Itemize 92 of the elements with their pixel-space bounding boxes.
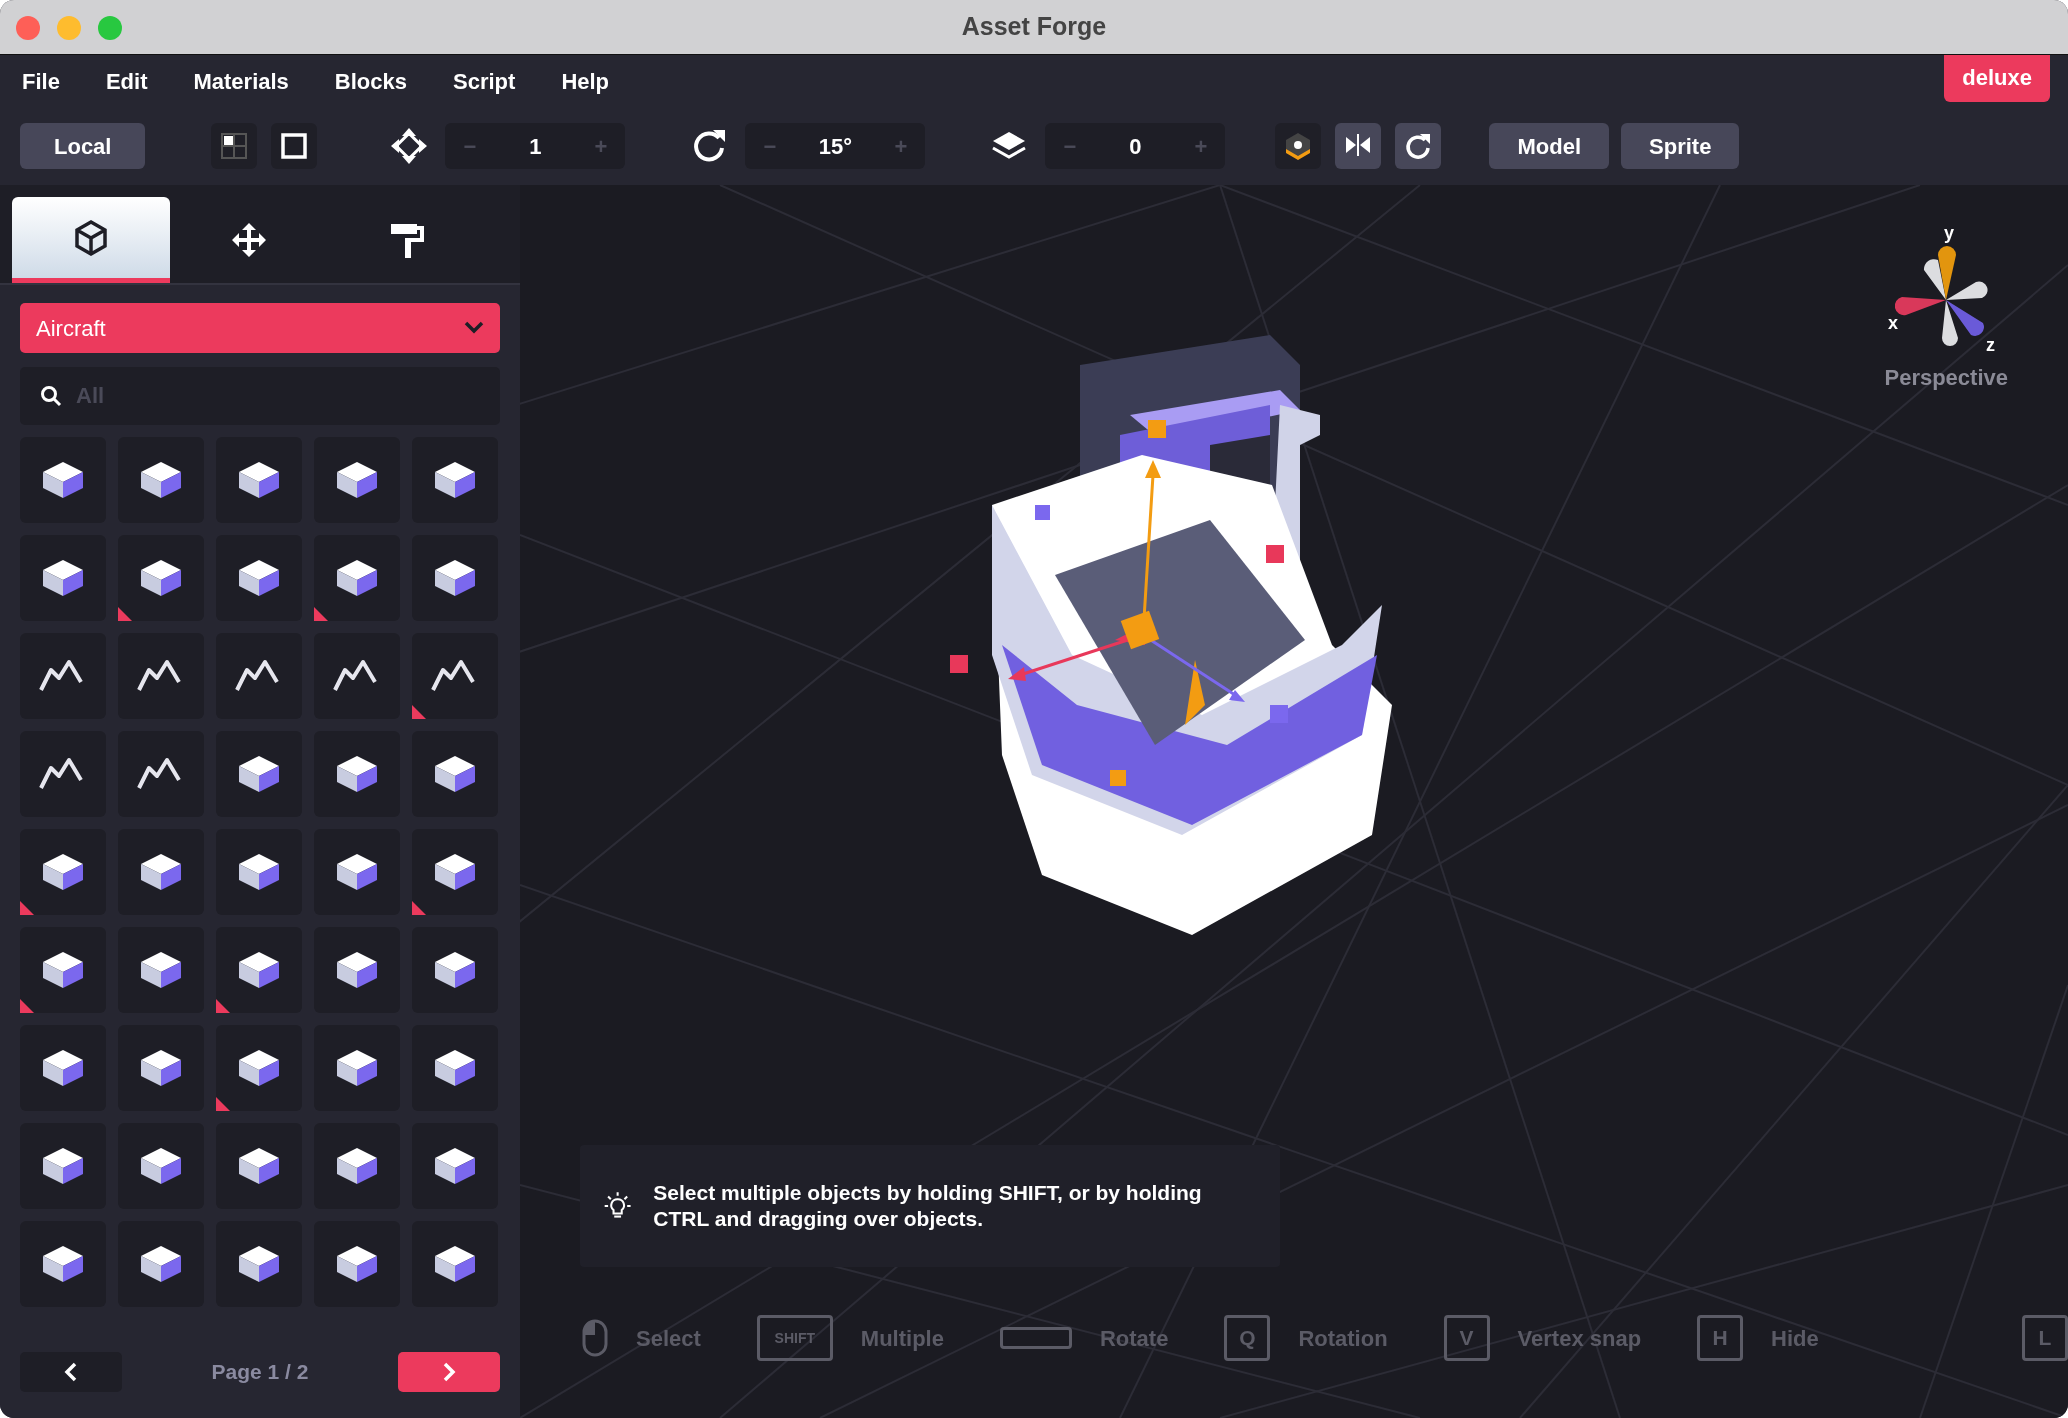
mode-button[interactable]: Model	[1489, 123, 1610, 169]
menu-item[interactable]: File	[22, 64, 60, 98]
menu-item[interactable]: Edit	[105, 64, 148, 98]
model-drawing[interactable]	[950, 335, 1392, 935]
block-tile[interactable]	[412, 829, 498, 915]
block-tile[interactable]	[216, 731, 302, 817]
block-tile[interactable]	[412, 437, 498, 523]
block-tile[interactable]	[20, 1123, 106, 1209]
shortcut-label: Rotate	[1099, 1324, 1169, 1353]
block-tile[interactable]	[412, 633, 498, 719]
block-tile[interactable]	[118, 437, 204, 523]
block-tile[interactable]	[216, 437, 302, 523]
local-space-button[interactable]: Local	[20, 123, 146, 169]
key-cap: H	[1697, 1315, 1744, 1361]
block-tile[interactable]	[216, 927, 302, 1013]
page-indicator: Page 1 / 2	[211, 1359, 309, 1386]
axis-label: z	[1986, 335, 1996, 355]
block-tile[interactable]	[314, 927, 400, 1013]
block-tile[interactable]	[412, 1025, 498, 1111]
block-tile[interactable]	[412, 535, 498, 621]
block-tile[interactable]	[216, 829, 302, 915]
block-tile[interactable]	[20, 535, 106, 621]
tool-button[interactable]	[1335, 123, 1382, 169]
shortcut-label: Rotation	[1298, 1324, 1388, 1353]
search-icon	[40, 385, 62, 407]
block-tile[interactable]	[20, 731, 106, 817]
block-tile[interactable]	[118, 1025, 204, 1111]
category-dropdown[interactable]: Aircraft	[20, 303, 500, 353]
spacebar-key-icon	[999, 1327, 1072, 1349]
block-tile[interactable]	[314, 437, 400, 523]
block-tile[interactable]	[118, 731, 204, 817]
block-tile[interactable]	[118, 1221, 204, 1307]
view-layout-button[interactable]	[271, 123, 318, 169]
tool-button[interactable]	[1275, 123, 1322, 169]
block-tile[interactable]	[412, 1123, 498, 1209]
block-tile[interactable]	[314, 633, 400, 719]
block-tile[interactable]	[314, 829, 400, 915]
mode-button[interactable]: Sprite	[1621, 123, 1740, 169]
shortcut-label: Select	[636, 1324, 701, 1353]
block-tile[interactable]	[216, 1025, 302, 1111]
block-tile[interactable]	[314, 1025, 400, 1111]
single-view-icon	[280, 132, 309, 160]
key-cap: SHIFT	[756, 1315, 833, 1361]
block-tile[interactable]	[20, 437, 106, 523]
block-tile[interactable]	[20, 927, 106, 1013]
key-cap: Q	[1224, 1315, 1271, 1361]
key-cap: L	[2022, 1315, 2068, 1361]
window-title: Asset Forge	[961, 11, 1107, 43]
block-tile[interactable]	[118, 633, 204, 719]
stepper-value: 0	[1129, 132, 1142, 161]
block-tile[interactable]	[412, 927, 498, 1013]
tip-text: Select multiple objects by holding SHIFT, or by holding CTRL and dragging over objects.	[653, 1179, 1203, 1232]
menu-item[interactable]: Script	[453, 64, 516, 98]
block-tile[interactable]	[20, 633, 106, 719]
chevron-down-icon	[464, 321, 484, 335]
block-tile[interactable]	[314, 1123, 400, 1209]
stepper-value: 15°	[818, 132, 853, 161]
block-tile[interactable]	[314, 535, 400, 621]
quad-view-icon	[220, 132, 249, 160]
block-tile[interactable]	[216, 1221, 302, 1307]
block-tile[interactable]	[20, 1221, 106, 1307]
sidebar-tab[interactable]	[12, 197, 170, 283]
mouse-icon	[582, 1319, 608, 1357]
block-tile[interactable]	[314, 731, 400, 817]
edition-badge: deluxe	[1944, 55, 2050, 102]
view-mode-label[interactable]: Perspective	[1884, 361, 2008, 394]
chevron-left-icon	[64, 1362, 78, 1382]
menu-item[interactable]: Blocks	[334, 64, 407, 98]
block-tile[interactable]	[118, 927, 204, 1013]
shortcut-label: Vertex snap	[1517, 1324, 1642, 1353]
block-tile[interactable]	[412, 731, 498, 817]
block-tile[interactable]	[118, 829, 204, 915]
stepper-value: 1	[529, 132, 542, 161]
axis-label: y	[1944, 225, 1955, 243]
shortcut-label: Hide	[1771, 1324, 1819, 1353]
menu-item[interactable]: Help	[561, 64, 610, 98]
block-tile[interactable]	[20, 829, 106, 915]
block-tile[interactable]	[20, 1025, 106, 1111]
axis-label: x	[1888, 313, 1899, 333]
block-tile[interactable]	[118, 535, 204, 621]
block-tile[interactable]	[118, 1123, 204, 1209]
key-cap: V	[1443, 1315, 1490, 1361]
block-tile[interactable]	[216, 633, 302, 719]
tool-button[interactable]	[1395, 123, 1442, 169]
block-tile[interactable]	[216, 535, 302, 621]
shortcut-label: Multiple	[860, 1324, 944, 1353]
chevron-right-icon	[442, 1362, 456, 1382]
block-tile[interactable]	[314, 1221, 400, 1307]
view-layout-button[interactable]	[211, 123, 258, 169]
block-tile[interactable]	[412, 1221, 498, 1307]
block-tile[interactable]	[216, 1123, 302, 1209]
menu-item[interactable]: Materials	[193, 64, 289, 98]
